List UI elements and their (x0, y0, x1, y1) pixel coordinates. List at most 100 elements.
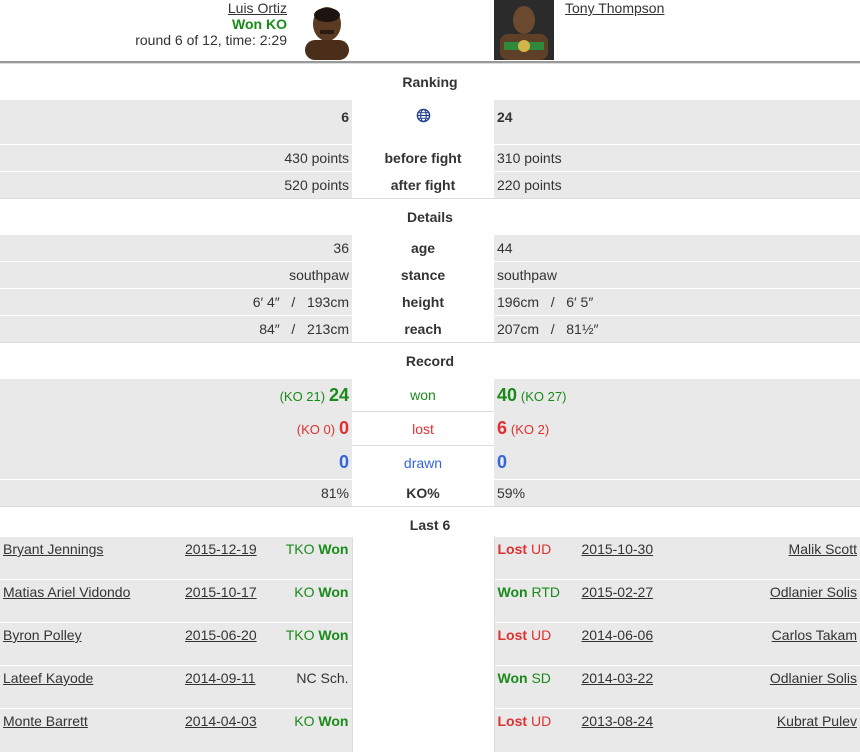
fighter2-fight-method: UD (530, 541, 552, 557)
fighter2-fight-outcome: Lost (497, 713, 528, 729)
last-6-row: Monte Barrett 2014-04-03 KO Won Lost UD 2013… (0, 708, 860, 752)
fighter2-fight-date-link[interactable]: 2013-08-24 (582, 713, 654, 729)
fighter2-height: 196cm / 6′ 5″ (494, 288, 860, 316)
label-stance: stance (352, 261, 494, 289)
fighter2-fight-method: SD (531, 670, 551, 686)
fighter2-opponent-link[interactable]: Kubrat Pulev (777, 713, 857, 729)
fighter1-opponent-link[interactable]: Matias Ariel Vidondo (3, 584, 130, 600)
fighter2-fight-date-link[interactable]: 2014-06-06 (582, 627, 654, 643)
ranking-globe (352, 99, 494, 135)
fighter1-fight-method: KO (294, 713, 315, 729)
fighter2-points-after: 220 points (494, 171, 860, 199)
fighter2-fight-result: Lost UD (498, 541, 552, 557)
fighter2-info: Tony Thompson (565, 0, 664, 16)
fighter1-fight-result: KO Won (294, 713, 348, 729)
fighter2-opponent-link[interactable]: Odlanier Solis (770, 584, 857, 600)
fighter2-lost-count: 6 (497, 418, 508, 438)
fighter1-fight-outcome: Won (318, 584, 349, 600)
label-drawn: drawn (352, 445, 494, 480)
fighter1-opponent-link[interactable]: Lateef Kayode (3, 670, 93, 686)
label-reach: reach (352, 315, 494, 343)
fighter2-lost-ko: (KO 2) (510, 422, 550, 437)
fighter1-age: 36 (0, 234, 352, 262)
fighter1-fight-result: TKO Won (286, 541, 349, 557)
fighter2-photo[interactable] (494, 0, 554, 60)
fighter1-fight-date-link[interactable]: 2015-10-17 (185, 584, 257, 600)
fighter2-opponent-link[interactable]: Carlos Takam (772, 627, 857, 643)
last-6-row: Lateef Kayode 2014-09-11 NC Sch. Won SD 201… (0, 665, 860, 709)
section-record: Record (0, 342, 860, 379)
fighter1-fight-outcome: Won (318, 541, 349, 557)
fighter2-fight-date-link[interactable]: 2015-10-30 (582, 541, 654, 557)
fighter1-won-count: 24 (328, 384, 349, 405)
fighter1-opponent-link[interactable]: Bryant Jennings (3, 541, 103, 557)
fighter2-fight-method: UD (530, 627, 552, 643)
bout-comparison-table: Ranking 6 24 430 points before fight 310… (0, 63, 860, 543)
fighter1-won-ko: (KO 21) (279, 388, 326, 404)
fighter2-ko-percent: 59% (494, 479, 860, 507)
label-lost: lost (352, 411, 494, 446)
fighter1-stance: southpaw (0, 261, 352, 289)
last-6-row: Byron Polley 2015-06-20 TKO Won Lost UD 2014… (0, 622, 860, 666)
fighter2-age: 44 (494, 234, 860, 262)
section-ranking: Ranking (0, 63, 860, 100)
fighter2-won-count: 40 (497, 384, 518, 405)
fighter1-fight-method: KO (294, 584, 315, 600)
label-after-fight: after fight (352, 171, 494, 199)
fight-result: Won KO (232, 16, 287, 32)
fighter2-won: 40 (KO 27) (494, 378, 860, 412)
fighter2-lost: 6 (KO 2) (494, 411, 860, 446)
fighter1-fight-date-link[interactable]: 2015-06-20 (185, 627, 257, 643)
fighter1-fight-result: KO Won (294, 584, 348, 600)
fighter1-photo[interactable] (297, 0, 357, 60)
fighter1-fight-date-link[interactable]: 2015-12-19 (185, 541, 257, 557)
fighter1-reach: 84″ / 213cm (0, 315, 352, 343)
fighter1-info: Luis Ortiz Won KO round 6 of 12, time: 2… (135, 0, 287, 48)
fighter1-fight-result: NC Sch. (296, 670, 348, 686)
label-height: height (352, 288, 494, 316)
fighter2-fight-outcome: Won (497, 670, 528, 686)
fighter2-reach: 207cm / 81½″ (494, 315, 860, 343)
fighter2-fight-outcome: Won (497, 584, 528, 600)
bout-header: Luis Ortiz Won KO round 6 of 12, time: 2… (0, 0, 860, 63)
fighter2-opponent-link[interactable]: Malik Scott (789, 541, 857, 557)
fighter1-fight-date-link[interactable]: 2014-09-11 (185, 670, 256, 686)
fighter2-name-link[interactable]: Tony Thompson (565, 0, 664, 16)
fighter2-fight-outcome: Lost (497, 541, 528, 557)
fighter1-height: 6′ 4″ / 193cm (0, 288, 352, 316)
section-details: Details (0, 198, 860, 235)
fighter2-drawn: 0 (494, 445, 860, 480)
fighter1-name-link[interactable]: Luis Ortiz (228, 0, 287, 16)
fighter1-fight-outcome: Won (318, 713, 349, 729)
fighter2-fight-date-link[interactable]: 2015-02-27 (582, 584, 654, 600)
label-won: won (352, 378, 494, 412)
fighter1-lost-count: 0 (338, 418, 349, 438)
last-6-row: Matias Ariel Vidondo 2015-10-17 KO Won Won … (0, 579, 860, 623)
fighter2-fight-result: Lost UD (498, 713, 552, 729)
fighter2-rank: 24 (494, 99, 860, 135)
fighter1-opponent-link[interactable]: Monte Barrett (3, 713, 88, 729)
fighter2-points-before: 310 points (494, 144, 860, 172)
fighter2-opponent-link[interactable]: Odlanier Solis (770, 670, 857, 686)
fighter2-fight-method: RTD (531, 584, 560, 600)
fighter1-opponent-link[interactable]: Byron Polley (3, 627, 82, 643)
fighter1-won: (KO 21) 24 (0, 378, 352, 412)
fighter1-drawn: 0 (0, 445, 352, 480)
fighter2-won-ko: (KO 27) (520, 388, 567, 404)
fighter1-lost-ko: (KO 0) (296, 422, 336, 437)
last-6-row: Bryant Jennings 2015-12-19 TKO Won Lost UD 2… (0, 536, 860, 580)
label-before-fight: before fight (352, 144, 494, 172)
fighter2-fight-date-link[interactable]: 2014-03-22 (582, 670, 654, 686)
fighter1-rank: 6 (0, 99, 352, 135)
globe-icon (416, 108, 431, 123)
label-ko-percent: KO% (352, 479, 494, 507)
fighter1-points-after: 520 points (0, 171, 352, 199)
fighter2-fight-method: UD (530, 713, 552, 729)
label-age: age (352, 234, 494, 262)
fighter1-fight-date-link[interactable]: 2014-04-03 (185, 713, 257, 729)
fighter2-fight-result: Won SD (498, 670, 551, 686)
fighter1-ko-percent: 81% (0, 479, 352, 507)
fighter1-lost: (KO 0) 0 (0, 411, 352, 446)
fighter1-fight-outcome: Won (318, 627, 349, 643)
fighter1-points-before: 430 points (0, 144, 352, 172)
